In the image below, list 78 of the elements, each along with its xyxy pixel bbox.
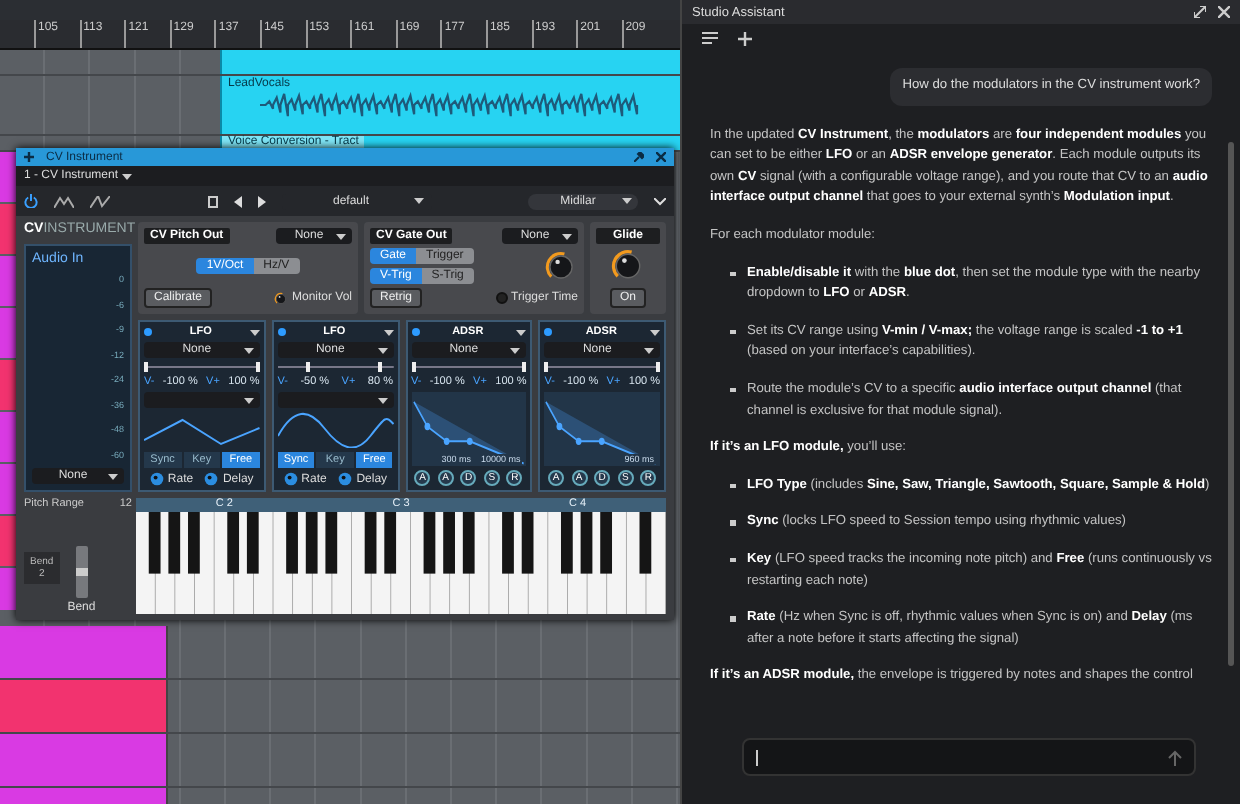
menu-icon[interactable] bbox=[702, 32, 718, 44]
next-icon[interactable] bbox=[257, 195, 265, 207]
wave-icon[interactable] bbox=[90, 195, 110, 207]
knob-icon[interactable] bbox=[273, 291, 288, 305]
send-arrow-icon[interactable] bbox=[1168, 749, 1182, 765]
bullet-icon bbox=[730, 557, 735, 563]
bullet-icon bbox=[730, 387, 735, 393]
knob-icon[interactable] bbox=[283, 472, 298, 486]
pin-icon[interactable] bbox=[634, 152, 644, 162]
range-slider[interactable] bbox=[277, 362, 393, 372]
audio-clip[interactable] bbox=[0, 734, 168, 786]
chevron-down-icon[interactable] bbox=[654, 197, 666, 205]
enable-dot[interactable] bbox=[544, 328, 553, 336]
audio-clip[interactable] bbox=[0, 308, 16, 358]
audio-clip[interactable] bbox=[0, 360, 16, 410]
piano-keyboard[interactable] bbox=[136, 512, 666, 614]
message-input-field[interactable] bbox=[742, 738, 1196, 776]
audio-clip[interactable] bbox=[0, 204, 16, 254]
previous-icon[interactable] bbox=[233, 195, 241, 207]
caret-icon bbox=[377, 347, 387, 353]
plus-icon[interactable] bbox=[24, 152, 34, 162]
enable-dot[interactable] bbox=[411, 328, 419, 336]
audio-clip[interactable] bbox=[0, 256, 16, 306]
audio-clip[interactable] bbox=[0, 516, 16, 566]
scrollbar[interactable] bbox=[1228, 142, 1234, 666]
knob-icon[interactable] bbox=[204, 472, 219, 486]
audio-clip[interactable] bbox=[0, 412, 16, 462]
close-icon[interactable] bbox=[656, 152, 666, 162]
caret-icon bbox=[377, 397, 387, 403]
slider-handle[interactable] bbox=[411, 362, 415, 372]
audio-clip[interactable] bbox=[0, 568, 16, 610]
audio-clip[interactable] bbox=[0, 788, 168, 804]
peaks-icon[interactable] bbox=[54, 195, 74, 207]
bullet-icon bbox=[730, 483, 735, 489]
caret-icon bbox=[510, 347, 521, 353]
slider-handle[interactable] bbox=[377, 362, 382, 372]
caret-icon bbox=[644, 347, 654, 353]
audio-clip[interactable] bbox=[0, 464, 16, 514]
slider-handle[interactable] bbox=[144, 362, 148, 372]
caret-icon bbox=[122, 173, 133, 179]
audio-clip[interactable] bbox=[0, 152, 16, 202]
caret-icon bbox=[562, 233, 572, 239]
slider-handle[interactable] bbox=[656, 362, 660, 372]
caret-icon bbox=[650, 329, 660, 335]
caret-icon bbox=[243, 397, 254, 403]
knob-icon[interactable] bbox=[338, 472, 353, 486]
caret-icon bbox=[516, 329, 527, 335]
caret-icon bbox=[108, 473, 118, 479]
bullet-icon bbox=[730, 329, 735, 335]
audio-clip[interactable] bbox=[0, 680, 168, 732]
range-slider[interactable] bbox=[544, 362, 660, 372]
caret-icon bbox=[243, 347, 254, 353]
bend-wheel[interactable] bbox=[75, 546, 88, 598]
caret-icon bbox=[336, 233, 346, 239]
slider-handle[interactable] bbox=[255, 362, 260, 372]
caret-icon bbox=[621, 198, 632, 204]
slider-handle[interactable] bbox=[305, 362, 310, 372]
knob-icon[interactable] bbox=[149, 472, 164, 486]
caret-icon bbox=[383, 329, 393, 335]
expand-icon[interactable] bbox=[1194, 6, 1206, 18]
slider-handle[interactable] bbox=[544, 362, 549, 372]
power-icon[interactable] bbox=[24, 194, 38, 208]
indicator-light bbox=[495, 292, 508, 304]
range-slider[interactable] bbox=[144, 362, 260, 372]
caret-icon bbox=[414, 198, 425, 204]
audio-clip[interactable] bbox=[220, 50, 680, 74]
knob-icon[interactable] bbox=[610, 248, 646, 284]
enable-dot[interactable] bbox=[144, 328, 152, 336]
slider-handle[interactable] bbox=[522, 362, 527, 372]
knob-icon[interactable] bbox=[544, 249, 578, 283]
caret-icon bbox=[249, 329, 260, 335]
range-slider[interactable] bbox=[411, 362, 527, 372]
page-icon[interactable] bbox=[207, 195, 217, 207]
enable-dot[interactable] bbox=[277, 328, 286, 336]
bullet-icon bbox=[730, 520, 735, 526]
bullet-icon bbox=[730, 271, 735, 277]
bullet-icon bbox=[730, 616, 735, 622]
audio-clip[interactable] bbox=[0, 626, 168, 678]
